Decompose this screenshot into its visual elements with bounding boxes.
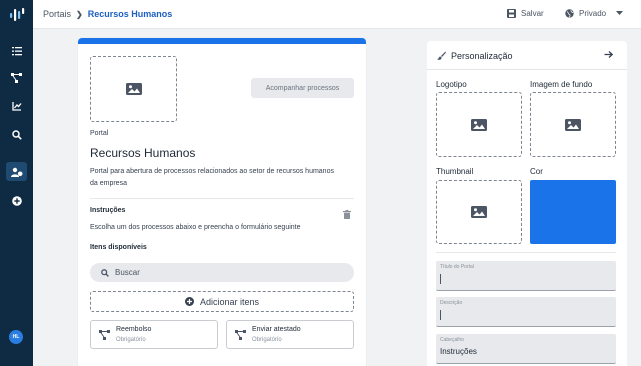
portal-title-field[interactable]: Título do Portal [436,261,616,291]
personalization-panel: Personalização Logotipo Imagem de fundo … [427,41,627,366]
search-icon [101,268,109,277]
app-logo-icon[interactable] [7,5,26,24]
instructions-text: Escolha um dos processos abaixo e preenc… [90,224,301,231]
globe-icon [565,9,574,18]
process-name: Enviar atestado [252,326,301,333]
field-label: Título do Portal [440,264,474,270]
breadcrumb-root[interactable]: Portais [43,9,71,19]
follow-processes-button[interactable]: Acompanhar processos [251,78,354,98]
flow-icon [235,330,246,340]
portal-card: Acompanhar processos Portal Recursos Hum… [78,38,366,366]
divider [436,252,616,253]
caret-down-icon [616,11,624,15]
background-image-label: Imagem de fundo [530,80,593,89]
image-placeholder-icon [471,118,487,131]
avatar[interactable]: HL [9,330,23,344]
add-items-label: Adicionar itens [199,296,260,307]
process-status: Obrigatório [252,337,282,343]
privacy-dropdown[interactable]: Privado [565,9,624,18]
save-button[interactable]: Salvar [507,9,544,18]
add-circle-icon [11,195,22,206]
sidebar-item-portals[interactable] [6,162,27,181]
color-swatch[interactable] [530,180,616,244]
search-icon [11,129,22,140]
top-bar: Portais ❯ Recursos Humanos Salvar Privad… [33,0,641,29]
chevron-right-icon: ❯ [76,9,83,19]
sidebar-item-flows[interactable] [6,68,27,87]
search-placeholder: Buscar [115,268,140,277]
text-cursor [440,310,441,320]
available-items-heading: Itens disponíveis [90,244,147,251]
panel-header: Personalização [427,41,627,70]
arrow-right-icon[interactable] [604,50,613,59]
search-input[interactable]: Buscar [90,263,354,282]
description-field[interactable]: Descrição [436,297,616,327]
sidebar: HL [0,0,33,366]
sidebar-item-add[interactable] [6,191,27,210]
portal-description: Portal para abertura de processos relaci… [90,168,334,187]
privacy-label: Privado [579,9,607,18]
list-icon [11,46,22,55]
image-placeholder-icon [125,83,142,95]
process-name: Reembolso [116,326,152,333]
sidebar-item-list[interactable] [6,41,27,60]
trash-icon[interactable] [343,206,351,224]
image-placeholder-icon [471,206,487,218]
add-circle-icon [184,297,194,306]
chart-icon [11,101,21,111]
save-icon [507,9,516,18]
field-value: Instruções [440,347,477,356]
portal-type-label: Portal [90,130,109,137]
thumbnail-label: Thumbnail [436,167,474,176]
flow-icon [11,72,22,83]
process-item[interactable]: Enviar atestado Obrigatório [226,320,354,349]
color-label: Cor [530,167,543,176]
logo-upload[interactable] [436,92,522,157]
users-icon [10,167,22,177]
card-accent-band [78,38,366,44]
instructions-heading: Instruções [90,207,126,214]
panel-title: Personalização [451,51,513,61]
field-label: Cabeçalho [440,337,464,343]
sidebar-item-search[interactable] [6,125,27,144]
thumbnail-upload[interactable] [436,180,522,244]
background-image-upload[interactable] [530,92,616,157]
breadcrumb: Portais ❯ Recursos Humanos [43,9,172,19]
add-items-button[interactable]: Adicionar itens [90,291,354,312]
brush-icon [437,51,446,60]
image-placeholder-icon [565,118,581,131]
sidebar-item-reports[interactable] [6,96,27,115]
process-status: Obrigatório [116,337,146,343]
page-title: Recursos Humanos [90,146,196,160]
logo-label: Logotipo [436,80,467,89]
field-label: Descrição [440,300,463,306]
divider [90,198,354,199]
breadcrumb-current: Recursos Humanos [87,9,173,19]
text-cursor [440,274,441,284]
flow-icon [99,330,110,340]
process-item[interactable]: Reembolso Obrigatório [90,320,218,349]
header-field[interactable]: Cabeçalho Instruções [436,334,616,364]
save-label: Salvar [521,9,544,18]
portal-logo-upload[interactable] [90,56,177,122]
